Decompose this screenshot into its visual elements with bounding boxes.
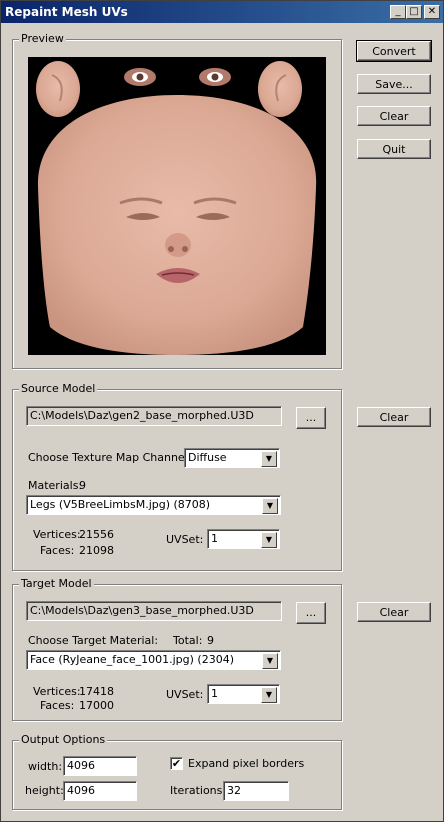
source-faces-label: Faces:	[40, 544, 75, 557]
materials-label: Materials:	[28, 479, 83, 492]
target-model-title: Target Model	[19, 577, 94, 590]
height-label: height:	[25, 784, 64, 797]
minimize-button[interactable]: _	[390, 5, 406, 19]
source-vertices-value: 21556	[79, 528, 114, 541]
target-uvset-value: 1	[211, 687, 218, 700]
target-faces-value: 17000	[79, 699, 114, 712]
target-material-label: Choose Target Material:	[28, 634, 159, 647]
preview-group-title: Preview	[19, 32, 66, 45]
height-input[interactable]: 4096	[63, 781, 137, 801]
chevron-down-icon[interactable]: ▼	[262, 653, 278, 669]
clear-target-button[interactable]: Clear	[357, 602, 431, 622]
iterations-input[interactable]: 32	[223, 781, 289, 801]
chevron-down-icon[interactable]: ▼	[262, 498, 278, 514]
quit-button[interactable]: Quit	[357, 139, 431, 159]
chevron-down-icon[interactable]: ▼	[261, 687, 277, 703]
output-options-title: Output Options	[19, 733, 108, 746]
repaint-mesh-uvs-window: Repaint Mesh UVs _ □ ✕ Preview Convert S…	[0, 0, 444, 822]
chevron-down-icon[interactable]: ▼	[261, 451, 277, 467]
source-uvset-label: UVSet:	[166, 533, 204, 546]
target-uvset-select[interactable]: 1 ▼	[207, 684, 280, 704]
target-material-value: Face (RyJeane_face_1001.jpg) (2304)	[30, 653, 235, 666]
width-label: width:	[28, 760, 63, 773]
target-browse-button[interactable]: ...	[296, 602, 326, 624]
texture-channel-select[interactable]: Diffuse ▼	[184, 448, 280, 468]
target-total-value: 9	[207, 634, 214, 647]
source-material-select[interactable]: Legs (V5BreeLimbsM.jpg) (8708) ▼	[26, 495, 281, 515]
source-browse-button[interactable]: ...	[296, 407, 326, 429]
source-material-value: Legs (V5BreeLimbsM.jpg) (8708)	[30, 498, 211, 511]
expand-pixel-borders-label[interactable]: Expand pixel borders	[188, 757, 304, 770]
target-total-label: Total:	[173, 634, 203, 647]
source-faces-value: 21098	[79, 544, 114, 557]
title-bar[interactable]: Repaint Mesh UVs	[1, 1, 443, 23]
target-vertices-value: 17418	[79, 685, 114, 698]
source-uvset-value: 1	[211, 532, 218, 545]
target-faces-label: Faces:	[40, 699, 75, 712]
target-uvset-label: UVSet:	[166, 688, 204, 701]
face-texture-image	[28, 57, 326, 355]
chevron-down-icon[interactable]: ▼	[261, 532, 277, 548]
target-material-select[interactable]: Face (RyJeane_face_1001.jpg) (2304) ▼	[26, 650, 281, 670]
save-button[interactable]: Save...	[357, 74, 431, 94]
clear-preview-button[interactable]: Clear	[357, 106, 431, 126]
maximize-button[interactable]: □	[406, 5, 422, 19]
iterations-label: Iterations:	[170, 784, 227, 797]
close-button[interactable]: ✕	[424, 5, 440, 19]
materials-count: 9	[79, 479, 86, 492]
window-title: Repaint Mesh UVs	[5, 5, 128, 19]
output-options-group: Output Options	[12, 733, 342, 810]
texture-channel-label: Choose Texture Map Channel:	[28, 451, 192, 464]
source-vertices-label: Vertices:	[33, 528, 81, 541]
source-uvset-select[interactable]: 1 ▼	[207, 529, 280, 549]
clear-source-button[interactable]: Clear	[357, 407, 431, 427]
source-model-title: Source Model	[19, 382, 98, 395]
width-input[interactable]: 4096	[63, 756, 137, 776]
source-path-field[interactable]: C:\Models\Daz\gen2_base_morphed.U3D	[26, 406, 282, 426]
expand-pixel-borders-checkbox[interactable]: ✔	[170, 757, 183, 770]
uv-texture-preview	[28, 57, 326, 355]
convert-button[interactable]: Convert	[356, 40, 432, 62]
target-path-field[interactable]: C:\Models\Daz\gen3_base_morphed.U3D	[26, 601, 282, 621]
texture-channel-value: Diffuse	[188, 451, 227, 464]
target-vertices-label: Vertices:	[33, 685, 81, 698]
